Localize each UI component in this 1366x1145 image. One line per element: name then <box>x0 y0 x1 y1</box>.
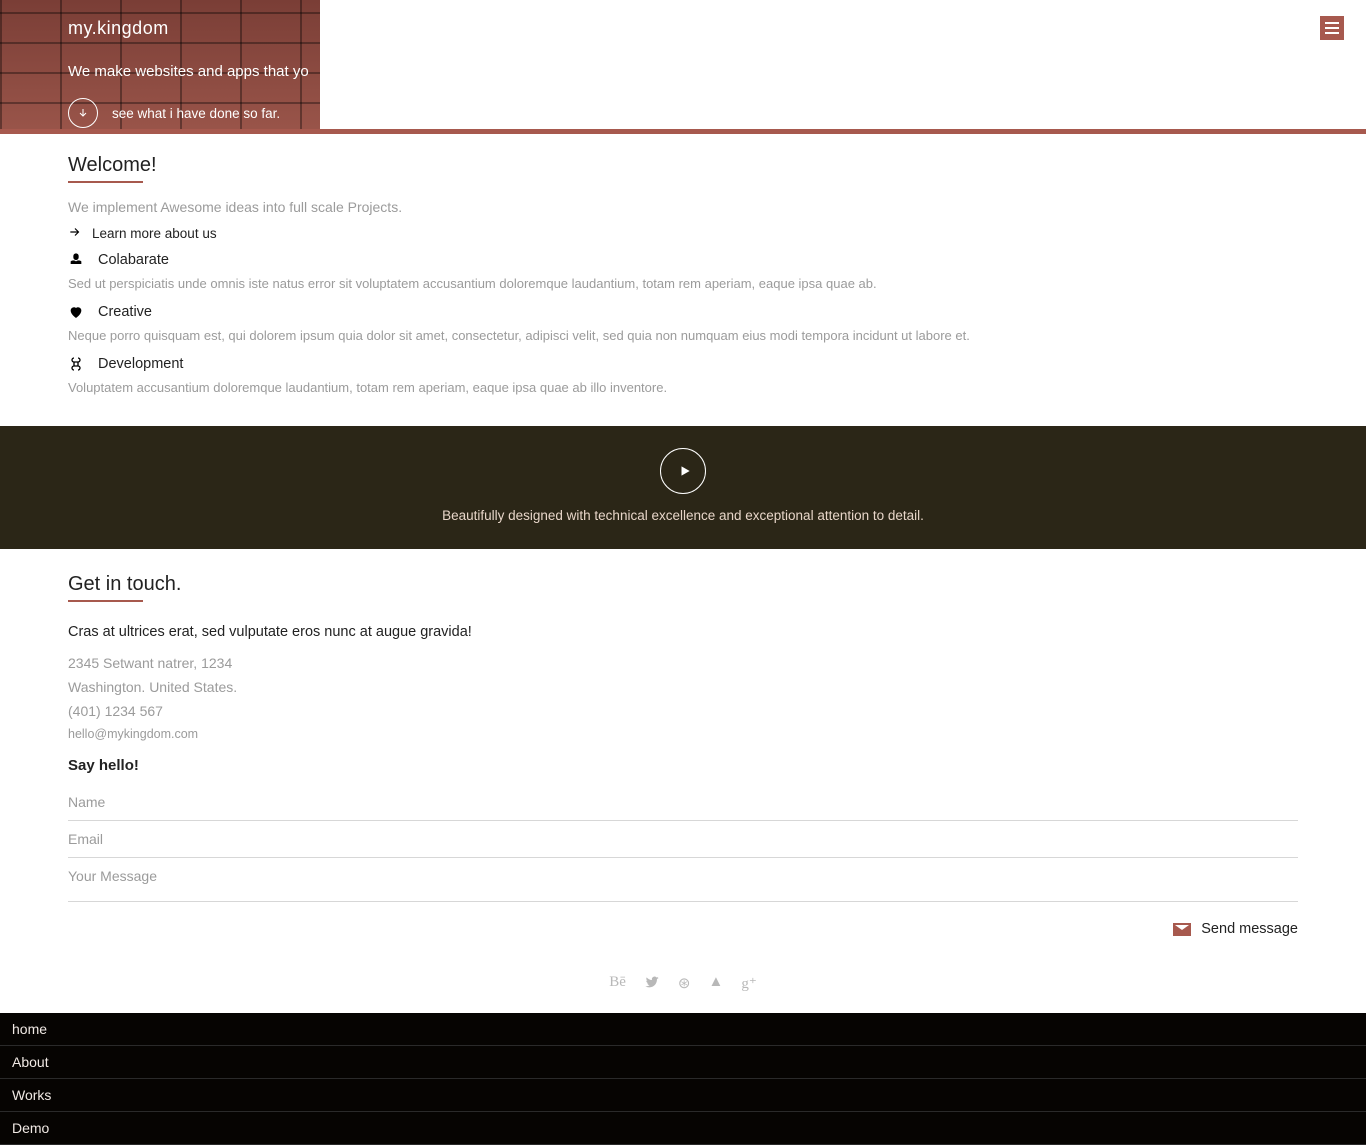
welcome-title: Welcome! <box>68 154 157 189</box>
social-bar: Bē ⊛ ▲ g⁺ <box>0 963 1366 1013</box>
email-field[interactable] <box>68 821 1298 858</box>
contact-section: Get in touch. Cras at ultrices erat, sed… <box>0 549 1366 962</box>
see-work-label: see what i have done so far. <box>112 106 280 121</box>
contact-form: Send message <box>68 784 1298 941</box>
contact-title: Get in touch. <box>68 573 181 608</box>
google-plus-icon[interactable]: g⁺ <box>741 974 756 995</box>
feature-label: Development <box>98 356 183 372</box>
dribbble-icon[interactable]: ⊛ <box>678 974 691 995</box>
footer-nav-home[interactable]: home <box>0 1013 1366 1046</box>
name-field[interactable] <box>68 784 1298 821</box>
welcome-section: Welcome! We implement Awesome ideas into… <box>0 134 1366 426</box>
feature-collaborate: Colabarate Sed ut perspiciatis unde omni… <box>68 252 1298 294</box>
twitter-icon[interactable] <box>644 974 660 995</box>
feature-desc: Voluptatem accusantium doloremque laudan… <box>68 378 1298 398</box>
forrst-icon[interactable]: ▲ <box>708 974 723 995</box>
feature-label: Colabarate <box>98 252 169 268</box>
address-line1: 2345 Setwant natrer, 1234 <box>68 652 1298 676</box>
envelope-icon <box>1173 923 1191 936</box>
welcome-subtitle: We implement Awesome ideas into full sca… <box>68 199 1298 215</box>
arrow-right-icon <box>68 225 82 242</box>
contact-address: 2345 Setwant natrer, 1234 Washington. Un… <box>68 652 1298 745</box>
footer-nav-about[interactable]: About <box>0 1046 1366 1079</box>
address-line2: Washington. United States. <box>68 676 1298 700</box>
message-field[interactable] <box>68 858 1298 902</box>
form-title: Say hello! <box>68 757 1298 774</box>
send-message-button[interactable]: Send message <box>1173 921 1298 937</box>
feature-development: Development Voluptatem accusantium dolor… <box>68 356 1298 398</box>
play-button[interactable] <box>660 448 706 494</box>
send-label: Send message <box>1201 921 1298 937</box>
arrow-down-icon <box>68 98 98 128</box>
collaborate-icon <box>68 252 84 268</box>
heart-icon <box>68 304 84 320</box>
footer-nav: home About Works Demo <box>0 1013 1366 1145</box>
feature-desc: Sed ut perspiciatis unde omnis iste natu… <box>68 274 1298 294</box>
behance-icon[interactable]: Bē <box>609 974 626 995</box>
band-caption: Beautifully designed with technical exce… <box>0 508 1366 523</box>
hero: my.kingdom We make websites and apps tha… <box>0 0 1366 134</box>
footer-nav-works[interactable]: Works <box>0 1079 1366 1112</box>
video-band: Beautifully designed with technical exce… <box>0 426 1366 549</box>
feature-desc: Neque porro quisquam est, qui dolorem ip… <box>68 326 1298 346</box>
feature-label: Creative <box>98 304 152 320</box>
footer-nav-demo[interactable]: Demo <box>0 1112 1366 1145</box>
email-link[interactable]: hello@mykingdom.com <box>68 724 1298 745</box>
see-work-link[interactable]: see what i have done so far. <box>68 98 1366 128</box>
phone: (401) 1234 567 <box>68 700 1298 724</box>
command-icon <box>68 356 84 372</box>
learn-more-label: Learn more about us <box>92 226 217 241</box>
feature-creative: Creative Neque porro quisquam est, qui d… <box>68 304 1298 346</box>
contact-lead: Cras at ultrices erat, sed vulputate ero… <box>68 624 1298 640</box>
hero-tagline: We make websites and apps that yo <box>68 63 1366 80</box>
learn-more-link[interactable]: Learn more about us <box>68 225 1298 242</box>
site-logo[interactable]: my.kingdom <box>68 18 1366 39</box>
